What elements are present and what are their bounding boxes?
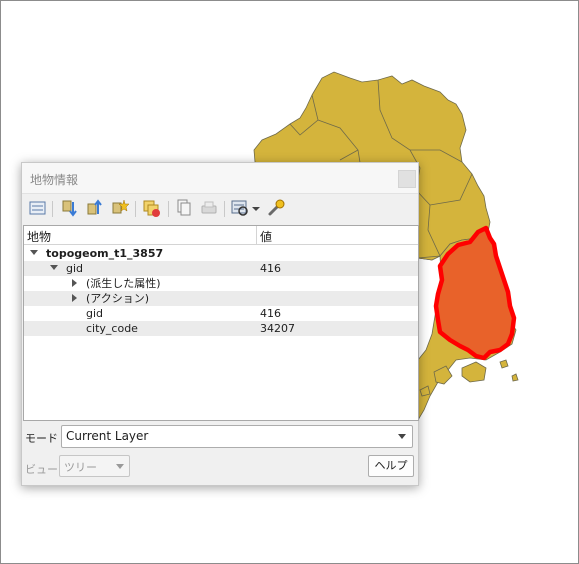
identify-results-panel: 地物情報 地物 値 topogeom_t1_3857 gid 416 (派生した…	[21, 162, 419, 486]
collapsed-arrow-icon[interactable]	[72, 294, 77, 302]
collapsed-arrow-icon[interactable]	[72, 279, 77, 287]
map-island-2	[461, 361, 487, 383]
mode-select[interactable]: Current Layer	[61, 425, 413, 448]
expanded-arrow-icon[interactable]	[50, 265, 58, 270]
view-select[interactable]: ツリー	[59, 455, 130, 477]
feature-label: gid	[66, 262, 84, 275]
tree-row-attr-gid[interactable]: gid 416	[24, 306, 418, 321]
panel-title: 地物情報	[30, 173, 79, 187]
feature-value: 416	[260, 262, 281, 275]
tree-row-layer[interactable]: topogeom_t1_3857	[24, 246, 418, 261]
highlight-feature-icon[interactable]	[110, 198, 130, 218]
derived-attributes-label: (派生した属性)	[86, 277, 161, 290]
collapse-tree-icon[interactable]	[60, 198, 80, 218]
map-island-3	[499, 359, 509, 369]
view-label: ビュー	[25, 463, 58, 476]
mode-label: モード	[25, 432, 58, 445]
select-features-icon[interactable]	[230, 198, 250, 218]
panel-toolbar	[22, 194, 418, 222]
tree-row-actions[interactable]: (アクション)	[24, 291, 418, 306]
tree-row-feature[interactable]: gid 416	[24, 261, 418, 276]
mode-select-value: Current Layer	[66, 429, 149, 443]
expand-new-results-icon[interactable]	[85, 198, 105, 218]
chevron-down-icon	[398, 434, 406, 439]
attribute-value: 34207	[260, 322, 295, 335]
view-select-value: ツリー	[64, 461, 97, 474]
panel-titlebar[interactable]: 地物情報	[22, 163, 418, 194]
column-header-feature[interactable]: 地物	[27, 228, 51, 245]
tree-header: 地物 値	[24, 226, 418, 245]
attribute-name: city_code	[86, 322, 138, 335]
chevron-down-icon[interactable]	[250, 198, 262, 218]
copy-feature-icon[interactable]	[174, 198, 194, 218]
layer-name: topogeom_t1_3857	[46, 247, 164, 260]
tree-row-attr-city-code[interactable]: city_code 34207	[24, 321, 418, 336]
clear-results-icon[interactable]	[142, 198, 162, 218]
tree-row-derived[interactable]: (派生した属性)	[24, 276, 418, 291]
map-island-4	[511, 373, 519, 382]
panel-close-button[interactable]	[398, 170, 416, 188]
settings-wrench-icon[interactable]	[266, 198, 286, 218]
attribute-name: gid	[86, 307, 104, 320]
print-icon[interactable]	[199, 198, 219, 218]
help-button[interactable]: ヘルプ	[368, 455, 414, 477]
attribute-value: 416	[260, 307, 281, 320]
expand-tree-icon[interactable]	[28, 198, 48, 218]
column-header-value[interactable]: 値	[260, 228, 272, 245]
expanded-arrow-icon[interactable]	[30, 250, 38, 255]
chevron-down-icon	[116, 464, 124, 469]
actions-label: (アクション)	[86, 292, 150, 305]
results-tree[interactable]: 地物 値 topogeom_t1_3857 gid 416 (派生した属性) (…	[23, 225, 419, 421]
